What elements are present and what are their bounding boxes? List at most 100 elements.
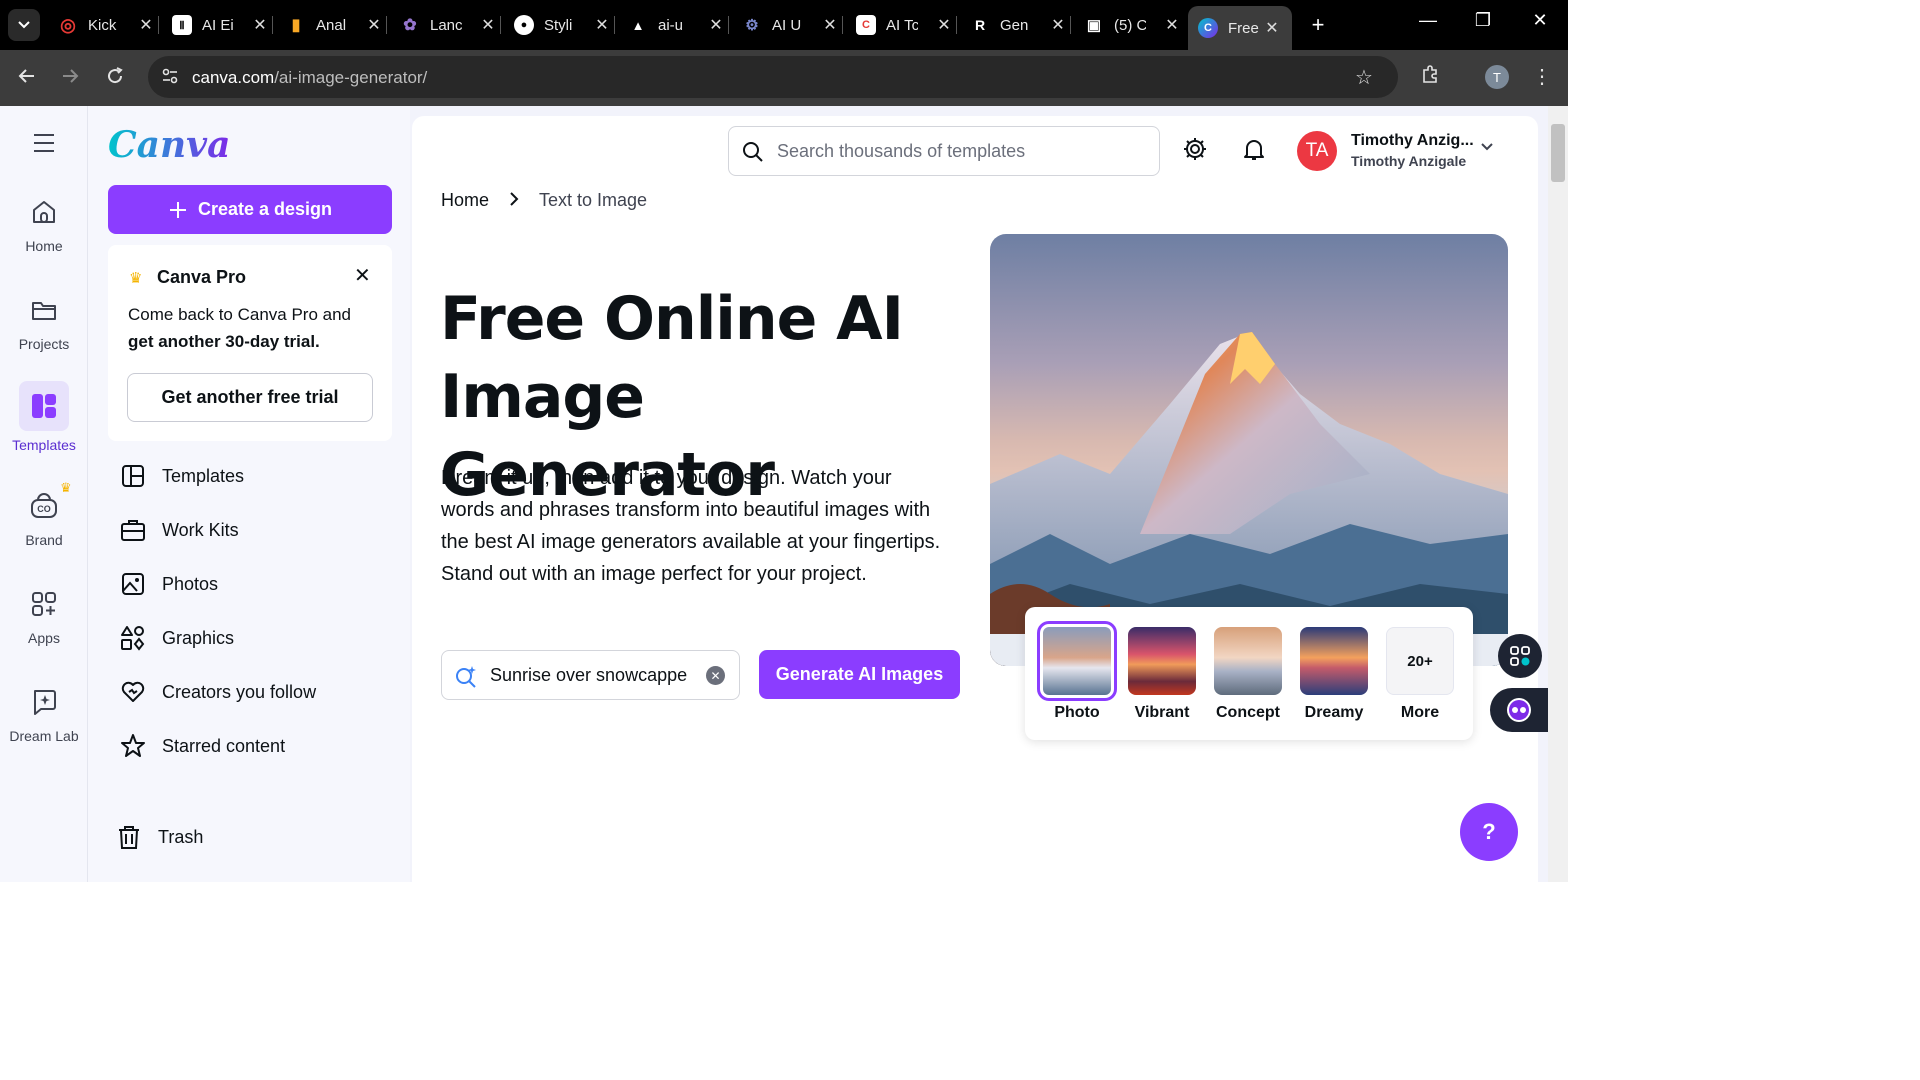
close-tab-icon[interactable]: ✕ [1048, 15, 1068, 35]
close-tab-icon[interactable]: ✕ [592, 15, 612, 35]
rail-item-templates[interactable]: Templates [0, 381, 88, 453]
bookmark-star-icon[interactable]: ☆ [1355, 65, 1373, 90]
home-icon [24, 192, 64, 232]
browser-tab[interactable]: ⚙ AI U ✕ [742, 8, 840, 42]
reload-button[interactable] [103, 66, 127, 92]
nav-item-graphics[interactable]: Graphics [120, 623, 234, 653]
tab-favicon-icon: ▣ [1086, 17, 1102, 34]
close-tab-icon[interactable]: ✕ [250, 15, 270, 35]
nav-item-templates[interactable]: Templates [120, 461, 244, 491]
crown-icon: ♛ [60, 480, 72, 495]
generate-ai-images-button[interactable]: Generate AI Images [759, 650, 960, 699]
help-button[interactable]: ? [1460, 803, 1518, 861]
assistant-bot-icon[interactable] [1490, 688, 1548, 732]
address-bar[interactable]: canva.com/ai-image-generator/ ☆ [148, 56, 1398, 98]
image-icon [122, 573, 144, 595]
profile-avatar[interactable]: T [1485, 65, 1509, 89]
side-panel: Canva Create a design ♛ Canva Pro ✕ Come… [88, 106, 410, 882]
style-picker: Photo Vibrant Concept Dreamy 20+ More [1025, 607, 1473, 740]
style-option-photo[interactable]: Photo [1037, 621, 1117, 722]
style-option-more[interactable]: 20+ More [1386, 627, 1454, 722]
user-team[interactable]: Timothy Anzigale [1351, 153, 1466, 169]
clear-input-icon[interactable]: ✕ [706, 666, 725, 685]
nav-item-work-kits[interactable]: Work Kits [120, 515, 239, 545]
nav-item-creators[interactable]: Creators you follow [120, 677, 316, 707]
tab-search-button[interactable] [8, 9, 40, 41]
canva-logo[interactable]: Canva [108, 124, 230, 166]
rail-item-dream-lab[interactable]: Dream Lab [0, 682, 88, 744]
style-option-vibrant[interactable]: Vibrant [1128, 627, 1196, 722]
dream-lab-icon [24, 682, 64, 722]
tab-favicon-icon: Ⅱ [172, 15, 192, 35]
style-option-dreamy[interactable]: Dreamy [1300, 627, 1368, 722]
browser-tab-active[interactable]: C Free ✕ [1188, 6, 1292, 50]
free-trial-button[interactable]: Get another free trial [127, 373, 373, 422]
apps-icon [24, 584, 64, 624]
close-promo-icon[interactable]: ✕ [354, 263, 371, 288]
plus-icon [169, 201, 186, 218]
templates-icon [19, 381, 69, 431]
restore-button[interactable]: ❐ [1468, 10, 1498, 31]
breadcrumb-chevron-icon [508, 190, 520, 213]
canva-favicon-icon: C [1198, 18, 1218, 38]
menu-icon[interactable] [34, 134, 54, 158]
browser-menu-icon[interactable]: ⋮ [1532, 64, 1552, 89]
close-tab-icon[interactable]: ✕ [478, 15, 498, 35]
settings-gear-icon[interactable] [1182, 136, 1208, 167]
minimize-button[interactable]: — [1413, 10, 1443, 31]
user-name[interactable]: Timothy Anzig... [1351, 132, 1474, 150]
forward-button[interactable] [58, 66, 82, 92]
nav-item-trash[interactable]: Trash [116, 822, 203, 852]
site-info-icon[interactable] [160, 67, 180, 87]
arrow-left-icon [18, 69, 34, 83]
tab-favicon-icon: ◎ [60, 14, 76, 35]
rail-item-apps[interactable]: Apps [0, 584, 88, 646]
browser-tab[interactable]: ▣ (5) C ✕ [1084, 8, 1182, 42]
arrow-right-icon [63, 69, 79, 83]
browser-tab[interactable]: ▲ ai-u ✕ [628, 8, 726, 42]
account-chevron-down-icon[interactable] [1480, 140, 1494, 159]
create-design-button[interactable]: Create a design [108, 185, 392, 234]
style-thumbnail [1214, 627, 1282, 695]
svg-text:CO: CO [37, 504, 51, 514]
apps-launcher-icon[interactable] [1498, 634, 1542, 678]
tab-favicon-icon: ▮ [291, 17, 301, 34]
browser-tab[interactable]: C AI Tc ✕ [856, 8, 954, 42]
star-icon [121, 734, 145, 757]
breadcrumb-home[interactable]: Home [441, 190, 489, 211]
browser-tab[interactable]: ✿ Lanc ✕ [400, 8, 498, 42]
rail-item-brand[interactable]: CO ♛ Brand [0, 480, 88, 548]
browser-tab[interactable]: ▮ Anal ✕ [286, 8, 384, 42]
brand-icon: CO ♛ [24, 480, 72, 526]
browser-tab-bar: ◎ Kick ✕ Ⅱ AI Ei ✕ ▮ Anal ✕ ✿ Lanc ✕ ● S… [0, 0, 1568, 50]
browser-tab[interactable]: ● Styli ✕ [514, 8, 612, 42]
rail-item-projects[interactable]: Projects [0, 290, 88, 352]
close-tab-icon[interactable]: ✕ [364, 15, 384, 35]
close-tab-icon[interactable]: ✕ [820, 15, 840, 35]
notifications-bell-icon[interactable] [1241, 136, 1267, 167]
nav-item-starred[interactable]: Starred content [120, 731, 285, 761]
nav-item-photos[interactable]: Photos [120, 569, 218, 599]
close-tab-icon[interactable]: ✕ [1162, 15, 1182, 35]
browser-tab[interactable]: R Gen ✕ [970, 8, 1068, 42]
style-option-concept[interactable]: Concept [1214, 627, 1282, 722]
page-scrollbar[interactable] [1548, 106, 1568, 882]
breadcrumb-current: Text to Image [539, 190, 648, 210]
browser-tab[interactable]: ◎ Kick ✕ [58, 8, 156, 42]
rail-item-home[interactable]: Home [0, 192, 88, 254]
browser-tab[interactable]: Ⅱ AI Ei ✕ [172, 8, 270, 42]
extensions-icon[interactable] [1420, 64, 1440, 89]
prompt-input[interactable]: Sunrise over snowcappe ✕ [441, 650, 740, 700]
style-thumbnail [1037, 621, 1117, 701]
new-tab-button[interactable]: + [1306, 12, 1330, 38]
close-window-button[interactable]: ✕ [1525, 10, 1555, 31]
close-tab-icon[interactable]: ✕ [706, 15, 726, 35]
close-tab-icon[interactable]: ✕ [934, 15, 954, 35]
scrollbar-thumb[interactable] [1551, 124, 1565, 182]
close-tab-icon[interactable]: ✕ [1262, 18, 1282, 38]
style-thumbnail [1300, 627, 1368, 695]
template-search-input[interactable]: Search thousands of templates [728, 126, 1160, 176]
user-avatar[interactable]: TA [1297, 131, 1337, 171]
close-tab-icon[interactable]: ✕ [136, 15, 156, 35]
back-button[interactable] [15, 66, 39, 92]
